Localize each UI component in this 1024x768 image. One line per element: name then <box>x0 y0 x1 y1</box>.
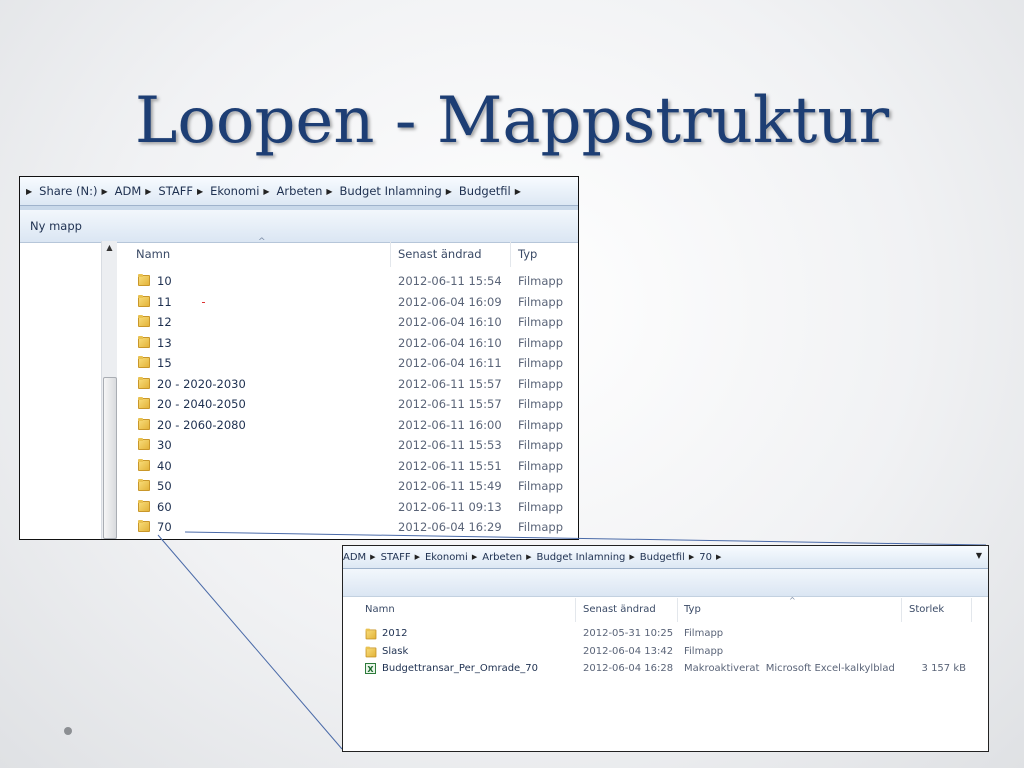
column-header-modified[interactable]: Senast ändrad <box>583 598 656 622</box>
breadcrumb-item[interactable]: ADM <box>343 552 366 563</box>
file-list: 2012 2012-05-31 10:25 Filmapp Slask 2012-06-… <box>343 626 988 679</box>
connector-line-right <box>184 531 987 546</box>
file-row[interactable]: 2012 2012-05-31 10:25 Filmapp <box>343 626 988 644</box>
column-divider[interactable] <box>901 598 902 622</box>
breadcrumb-arrow-icon[interactable]: ▶ <box>629 553 634 561</box>
breadcrumb-arrow-icon[interactable]: ▶ <box>472 553 477 561</box>
file-modified: 2012-06-04 13:42 <box>583 645 674 657</box>
breadcrumb-arrow-icon[interactable]: ▶ <box>716 553 721 561</box>
file-type: Filmapp <box>684 628 724 639</box>
breadcrumb-item[interactable]: STAFF <box>381 552 411 563</box>
column-header-type[interactable]: Typ <box>684 598 701 622</box>
excel-file-icon: X <box>365 663 376 675</box>
breadcrumb-arrow-icon[interactable]: ▶ <box>370 553 375 561</box>
file-name: Slask <box>382 645 409 657</box>
file-type: Filmapp <box>684 645 724 657</box>
address-dropdown-icon[interactable]: ▼ <box>976 551 982 560</box>
toolbar <box>343 569 988 597</box>
slide-bullet <box>64 727 72 735</box>
breadcrumb-item[interactable]: Arbeten <box>482 552 522 563</box>
column-header-name[interactable]: Namn <box>365 598 395 622</box>
folder-icon <box>365 628 377 643</box>
sort-ascending-icon: ^ <box>789 596 796 605</box>
connector-line-left <box>157 534 343 750</box>
file-row[interactable]: X Budgettransar_Per_Omrade_70 2012-06-04 1… <box>343 661 988 679</box>
breadcrumb-arrow-icon[interactable]: ▶ <box>526 553 531 561</box>
breadcrumb-arrow-icon[interactable]: ▶ <box>415 553 420 561</box>
column-divider[interactable] <box>677 598 678 622</box>
file-type: Makroaktiverat Microsoft Excel-kalkylbla… <box>684 663 895 674</box>
breadcrumb-item[interactable]: 70 <box>699 552 712 563</box>
breadcrumb-arrow-icon[interactable]: ▶ <box>689 553 694 561</box>
column-divider[interactable] <box>971 598 972 622</box>
file-row[interactable]: Slask 2012-06-04 13:42 Filmapp <box>343 644 988 662</box>
address-bar[interactable]: ADM ▶ STAFF ▶ Ekonomi ▶ Arbeten ▶ Budget Inlamni… <box>343 546 988 569</box>
file-modified: 2012-06-04 16:28 <box>583 663 674 674</box>
breadcrumb-item[interactable]: Budgetfil <box>640 552 685 563</box>
file-name: Budgettransar_Per_Omrade_70 <box>382 663 538 674</box>
column-divider[interactable] <box>575 598 576 622</box>
breadcrumb: ADM ▶ STAFF ▶ Ekonomi ▶ Arbeten ▶ Budget Inlamni… <box>343 552 726 563</box>
column-header-size[interactable]: Storlek <box>909 598 944 622</box>
breadcrumb-item[interactable]: Budget Inlamning <box>537 552 626 563</box>
file-size: 3 157 kB <box>921 663 966 674</box>
file-name: 2012 <box>382 628 408 639</box>
breadcrumb-item[interactable]: Ekonomi <box>425 552 468 563</box>
file-modified: 2012-05-31 10:25 <box>583 628 674 639</box>
explorer-window-70: ADM ▶ STAFF ▶ Ekonomi ▶ Arbeten ▶ Budget Inlamni… <box>342 545 989 752</box>
folder-icon <box>365 646 377 661</box>
